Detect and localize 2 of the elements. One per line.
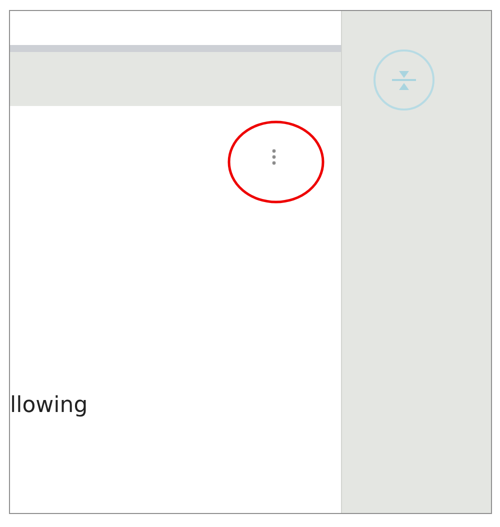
- card-text: llowing: [10, 393, 89, 418]
- more-options-icon[interactable]: [272, 149, 276, 165]
